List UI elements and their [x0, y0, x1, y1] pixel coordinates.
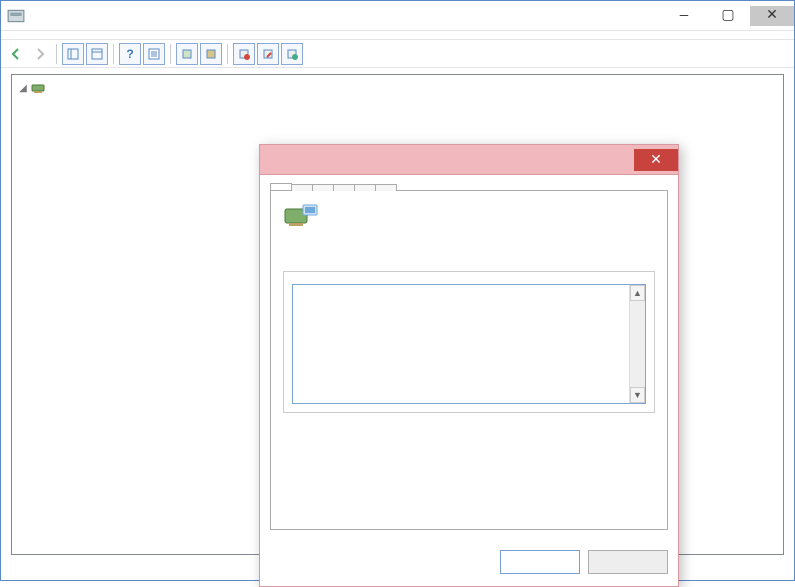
cancel-button	[588, 550, 668, 574]
tab-resources[interactable]	[375, 184, 397, 191]
tab-details[interactable]	[333, 184, 355, 191]
device-icon	[283, 203, 319, 235]
toolbar-help-button[interactable]: ?	[119, 43, 141, 65]
window-titlebar: — ▢ ✕	[1, 1, 794, 31]
toolbar-back-button[interactable]	[5, 43, 27, 65]
tab-panel-general: ▲ ▼	[270, 190, 668, 530]
tab-advanced[interactable]	[291, 184, 313, 191]
network-category-icon	[30, 80, 46, 96]
toolbar-view2-button[interactable]	[86, 43, 108, 65]
toolbar-view1-button[interactable]	[62, 43, 84, 65]
toolbar-forward-button[interactable]	[29, 43, 51, 65]
toolbar-update-button[interactable]	[200, 43, 222, 65]
window-close-button[interactable]: ✕	[750, 6, 794, 26]
tab-driver[interactable]	[312, 184, 334, 191]
toolbar-scan-button[interactable]	[176, 43, 198, 65]
collapse-icon[interactable]: ◢	[16, 83, 30, 94]
window-maximize-button[interactable]: ▢	[706, 6, 750, 26]
tab-general[interactable]	[270, 183, 292, 190]
tab-bar	[270, 183, 668, 190]
tab-events[interactable]	[354, 184, 376, 191]
dialog-titlebar[interactable]: ✕	[260, 145, 678, 175]
menu-file[interactable]	[7, 33, 23, 37]
device-status-text[interactable]: ▲ ▼	[292, 284, 646, 404]
toolbar-uninstall-button[interactable]	[233, 43, 255, 65]
menu-view[interactable]	[47, 33, 63, 37]
menu-help[interactable]	[67, 33, 83, 37]
scrollbar[interactable]: ▲ ▼	[629, 285, 645, 403]
scroll-down-icon[interactable]: ▼	[630, 387, 645, 403]
app-icon	[7, 7, 25, 25]
toolbar-disable-button[interactable]	[257, 43, 279, 65]
menu-action[interactable]	[27, 33, 43, 37]
dialog-close-button[interactable]: ✕	[634, 149, 678, 171]
close-button[interactable]	[500, 550, 580, 574]
device-status-group: ▲ ▼	[283, 271, 655, 413]
properties-dialog: ✕	[259, 144, 679, 587]
window-minimize-button[interactable]: —	[662, 6, 706, 26]
scroll-up-icon[interactable]: ▲	[630, 285, 645, 301]
tree-item-network-adapters[interactable]: ◢	[16, 79, 783, 97]
toolbar: ?	[1, 40, 794, 68]
menubar	[1, 31, 794, 40]
toolbar-properties-button[interactable]	[143, 43, 165, 65]
toolbar-enable-button[interactable]	[281, 43, 303, 65]
